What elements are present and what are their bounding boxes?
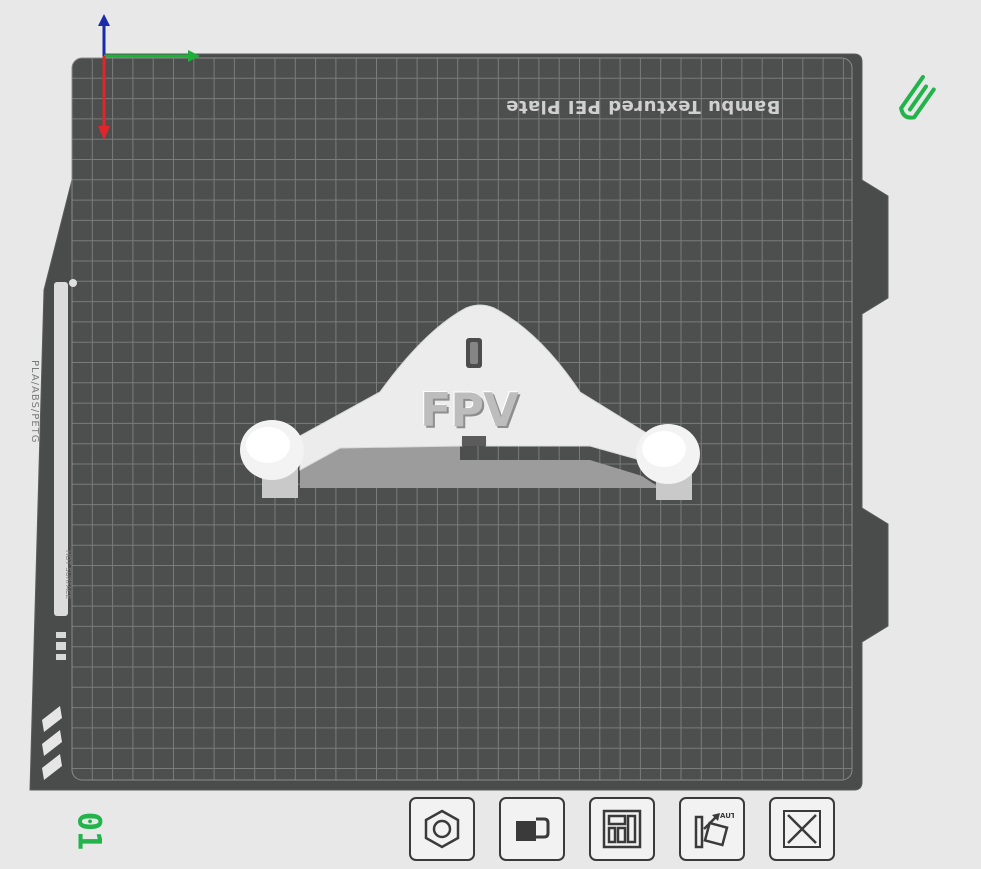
filament-label: PLA/ABS/PETG <box>29 360 40 444</box>
hexagon-nut-icon <box>424 809 460 849</box>
lock-icon <box>516 817 550 841</box>
auto-badge: AUTO <box>720 812 734 820</box>
auto-orient-button[interactable]: AUTO <box>679 797 745 861</box>
arrange-button[interactable] <box>589 797 655 861</box>
close-button[interactable] <box>769 797 835 861</box>
plate-number: 01 <box>70 811 109 851</box>
strip-dot <box>69 279 77 287</box>
plate-toolbar: AUTO <box>409 797 835 861</box>
pencil-icon[interactable] <box>899 75 936 121</box>
sd-icons <box>56 632 66 660</box>
orient-button[interactable] <box>409 797 475 861</box>
model-text: FPV <box>420 383 519 437</box>
lock-button[interactable] <box>499 797 565 861</box>
auto-orient-icon: AUTO <box>694 812 734 849</box>
arrange-icon <box>602 809 642 849</box>
close-icon <box>783 810 821 848</box>
plate-label: Bambu Textured PEI Plate <box>505 96 781 117</box>
hot-surface-label: HOT SURFACE <box>64 550 72 600</box>
